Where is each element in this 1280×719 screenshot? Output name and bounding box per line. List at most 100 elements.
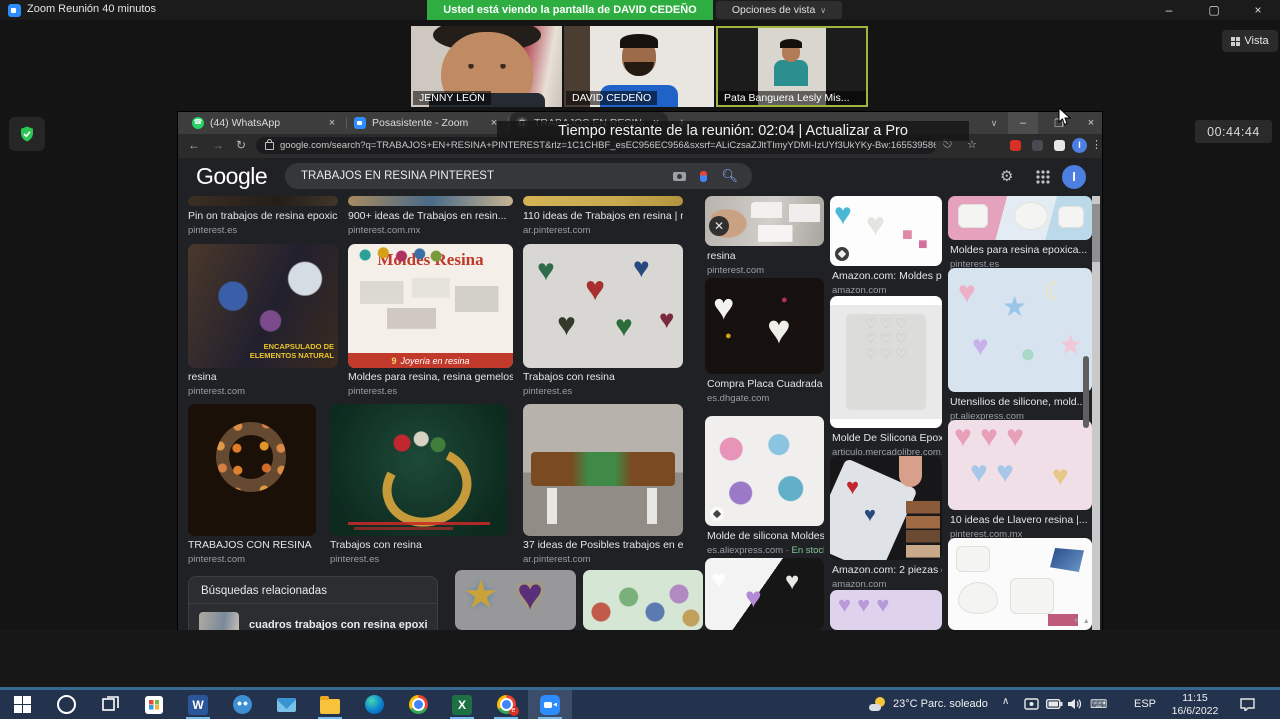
heart-shape: ♥ [517, 570, 543, 620]
extension-icon[interactable] [1054, 140, 1065, 151]
result-image[interactable] [330, 404, 508, 536]
keyboard-icon[interactable]: ⌨ [1090, 697, 1107, 711]
edge-button[interactable] [352, 690, 396, 719]
view-options-button[interactable]: Opciones de vista∨ [716, 1, 842, 19]
browser-minimize-button[interactable]: – [1008, 112, 1038, 134]
google-search-box[interactable]: TRABAJOS EN RESINA PINTEREST 🔍︎ [285, 163, 752, 189]
minimize-button[interactable]: – [1160, 2, 1178, 18]
video-tile-david[interactable]: DAVID CEDEÑO [564, 26, 714, 107]
tab-close-icon[interactable]: × [326, 117, 338, 129]
result-image[interactable] [348, 196, 513, 206]
weather-text[interactable]: 23°C Parc. soleado [893, 698, 988, 710]
related-thumbnail [199, 612, 239, 630]
related-image[interactable]: ♡ ♡ ♡♡ ♡ ♡♡ ♡ ♡ [830, 296, 942, 428]
video-tile-pata-active-speaker[interactable]: Pata Banguera Lesly Mis... [716, 26, 868, 107]
result-image[interactable]: ENCAPSULADO DE ELEMENTOS NATURAL [188, 244, 338, 368]
voice-search-mic-icon[interactable] [700, 171, 707, 182]
start-button[interactable] [0, 690, 44, 719]
clock[interactable]: 11:15 16/6/2022 [1162, 692, 1228, 717]
related-image[interactable] [948, 538, 1092, 630]
related-image[interactable] [948, 196, 1092, 240]
excel-button[interactable]: X [440, 690, 484, 719]
related-image[interactable]: ♥ ♥ ♥ [830, 590, 942, 630]
speaker-icon[interactable] [1068, 698, 1082, 710]
forward-icon[interactable]: → [212, 138, 224, 152]
panel-scroll-arrows[interactable]: ▾ ▴ [1074, 616, 1090, 625]
microsoft-store-button[interactable] [132, 690, 176, 719]
browser-close-button[interactable]: × [1078, 112, 1104, 134]
google-apps-grid-icon[interactable] [1036, 170, 1050, 184]
related-image[interactable]: ♥ ♥ ● ● [705, 278, 824, 374]
screen-share-tray-icon[interactable] [1024, 698, 1039, 711]
zoom-taskbar-button[interactable] [528, 690, 572, 719]
related-image[interactable]: ♥ ♥ ♥ [705, 558, 824, 630]
close-button[interactable]: × [1249, 2, 1267, 18]
mail-button[interactable] [264, 690, 308, 719]
gear-icon[interactable]: ⚙ [1000, 167, 1013, 185]
assistant-app-button[interactable] [220, 690, 264, 719]
related-image[interactable]: ♥ ♥ ■ ■ [830, 196, 942, 266]
chrome-button[interactable] [396, 690, 440, 719]
vista-button[interactable]: Vista [1222, 30, 1278, 52]
file-explorer-button[interactable] [308, 690, 352, 719]
browser-profile-avatar[interactable]: I [1072, 138, 1087, 153]
google-logo[interactable]: Google [196, 163, 267, 190]
result-image[interactable]: Moldes Resina 9Joyería en resina [348, 244, 513, 368]
video-tile-jenny[interactable]: JENNY LEÓN [411, 26, 562, 107]
weather-icon[interactable] [869, 697, 885, 711]
zoom-app-icon [8, 4, 21, 17]
related-searches-header: Búsquedas relacionadas [189, 577, 437, 604]
word-icon: W [188, 695, 208, 715]
photo-decoration [1010, 578, 1054, 614]
image-search-camera-icon[interactable] [673, 172, 686, 181]
result-image[interactable] [523, 196, 683, 206]
task-view-button[interactable] [88, 690, 132, 719]
reload-icon[interactable]: ↻ [236, 138, 246, 152]
participant-name: JENNY LEÓN [413, 91, 491, 105]
word-button[interactable]: W [176, 690, 220, 719]
time-remaining-overlay[interactable]: Tiempo restante de la reunión: 02:04 | A… [497, 121, 969, 141]
panel-scrollbar-thumb[interactable] [1083, 356, 1089, 428]
browser-menu-kebab-icon[interactable]: ⋮ [1091, 138, 1102, 151]
photo-decoration: ● [781, 294, 788, 306]
result-image[interactable]: ★ ♥ [455, 570, 576, 630]
language-indicator[interactable]: ESP [1134, 698, 1156, 710]
heart-shape: ♥ [864, 504, 876, 527]
extension-icon[interactable] [1010, 140, 1021, 151]
hidden-icons-chevron[interactable]: ∧ [1002, 696, 1009, 707]
encryption-badge[interactable] [9, 117, 45, 151]
action-center-icon[interactable] [1240, 698, 1255, 711]
zoom-titlebar: Zoom Reunión 40 minutos Usted está viend… [0, 0, 1280, 20]
google-profile-avatar[interactable]: I [1062, 165, 1086, 189]
battery-icon[interactable] [1046, 699, 1063, 709]
photo-decoration: ● [1020, 338, 1036, 369]
cortana-search-button[interactable] [44, 690, 88, 719]
google-header: Google TRABAJOS EN RESINA PINTEREST 🔍︎ ⚙… [178, 158, 1102, 196]
tab-search-chevron-icon[interactable]: ∨ [986, 112, 1002, 134]
tab-zoom[interactable]: Posasistente - Zoom × [348, 112, 506, 134]
related-caption: Compra Placa Cuadrada De... es.dhgate.co… [707, 378, 824, 404]
close-panel-button[interactable]: ✕ [709, 216, 729, 236]
photo-decoration [774, 60, 808, 86]
result-image[interactable] [583, 570, 703, 630]
mail-envelope-icon [277, 698, 296, 712]
related-image[interactable] [705, 416, 824, 526]
whatsapp-icon: ☎ [192, 117, 204, 129]
related-image[interactable]: ♥ ♥ [830, 456, 942, 560]
result-image[interactable]: ♥ ♥ ♥ ♥ ♥ ♥ [523, 244, 683, 368]
back-icon[interactable]: ← [188, 138, 200, 152]
result-image[interactable] [523, 404, 683, 536]
photo-decoration [547, 488, 557, 524]
result-image[interactable] [188, 196, 338, 206]
chrome-profile-button[interactable]: e [484, 690, 528, 719]
extension-icon[interactable] [1032, 140, 1043, 151]
result-image[interactable] [188, 404, 316, 536]
heart-shape: ♥ [659, 304, 674, 335]
related-search-item[interactable]: cuadros trabajos con resina epoxica [189, 604, 437, 630]
related-image[interactable]: ♥ ♥ ♥ ♥ ♥ ♥ [948, 420, 1092, 510]
page-scrollbar-thumb[interactable] [1092, 204, 1100, 262]
search-icon[interactable]: 🔍︎ [721, 168, 738, 184]
related-image[interactable]: ♥ ★ ☾ ♥ ● ★ [948, 268, 1092, 392]
maximize-button[interactable]: ▢ [1205, 2, 1223, 18]
tab-whatsapp[interactable]: ☎ (44) WhatsApp × [186, 112, 344, 134]
